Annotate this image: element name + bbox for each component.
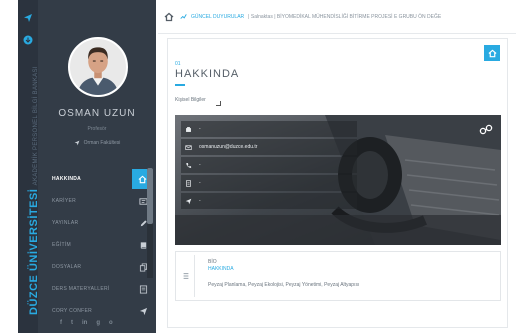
sidebar-item-ders-materyalleri[interactable]: DERS MATERYALLERİ — [38, 278, 156, 300]
sidebar-item-label: DERS MATERYALLERİ — [52, 286, 110, 292]
sidebar-item-egitim[interactable]: EĞİTİM — [38, 234, 156, 256]
info-row-mobile: - — [181, 157, 357, 173]
info-value[interactable]: osmanuzun@duzce.edu.tr — [195, 144, 257, 150]
bio-sublabel: HAKKINDA — [208, 266, 234, 272]
bio-text: Peyzaj Planlama, Peyzaj Ekolojisi, Peyza… — [208, 282, 360, 288]
sidebar-menu: HAKKINDA KARİYER YAYINLAR EĞİTİM DOSYALA… — [38, 168, 156, 322]
info-value: - — [199, 126, 201, 132]
sidebar-item-label: EĞİTİM — [52, 242, 72, 248]
location-icon — [181, 193, 195, 209]
scrollbar-thumb[interactable] — [147, 168, 153, 224]
info-row-fax: - — [181, 175, 357, 191]
breadcrumb-link[interactable]: GÜNCEL DUYURULAR — [191, 14, 244, 20]
info-row-phone: - — [181, 121, 357, 137]
breadcrumb: GÜNCEL DUYURULAR | Salnaktas | BİYOMEDİK… — [180, 13, 441, 20]
twitter-icon[interactable]: t — [71, 320, 73, 326]
breadcrumb-announcement[interactable]: | Salnaktas | BİYOMEDİKAL MÜHENDİSLİĞİ B… — [248, 14, 441, 20]
content-card: 01 HAKKINDA Kişisel Bilgiler - osmanuzun… — [167, 38, 508, 328]
info-value: - — [199, 198, 201, 204]
bio-card: BİO HAKKINDA Peyzaj Planlama, Peyzaj Eko… — [175, 251, 501, 301]
home-icon — [488, 49, 496, 57]
phone-icon — [181, 157, 195, 173]
send-icon — [74, 140, 80, 146]
sidebar-item-label: YAYINLAR — [52, 220, 79, 226]
sidebar-item-label: CORY CONFER — [52, 308, 93, 314]
send-icon[interactable] — [18, 8, 38, 28]
sidebar-item-hakkinda[interactable]: HAKKINDA — [38, 168, 156, 190]
phone-icon — [181, 121, 195, 137]
top-bar: GÜNCEL DUYURULAR | Salnaktas | BİYOMEDİK… — [158, 0, 516, 34]
fax-icon — [181, 175, 195, 191]
corner-mark — [216, 101, 221, 106]
sidebar-item-kariyer[interactable]: KARİYER — [38, 190, 156, 212]
document-icon — [136, 282, 150, 296]
section-number: 01 — [175, 61, 181, 67]
info-value: - — [199, 180, 201, 186]
info-row-location: - — [181, 193, 357, 209]
bio-label: BİO — [208, 259, 217, 265]
sidebar-scrollbar[interactable] — [147, 168, 153, 278]
list-icon — [178, 255, 195, 297]
send-icon — [136, 304, 150, 318]
section-home-button[interactable] — [484, 45, 500, 61]
avatar — [68, 37, 128, 97]
linkedin-icon[interactable]: in — [82, 320, 87, 326]
contact-info-list: - osmanuzun@duzce.edu.tr - - - — [181, 121, 357, 211]
left-rail: DÜZCE ÜNİVERSİTESİ AKADEMİK PERSONEL BİL… — [18, 0, 40, 333]
social-links: f t in g o — [60, 320, 113, 326]
profile-title: Profesör — [87, 126, 107, 132]
chart-icon — [180, 14, 187, 19]
profile-sidebar: OSMAN UZUN Profesör Orman Fakültesi HAKK… — [38, 0, 156, 333]
home-button[interactable] — [158, 0, 180, 34]
sidebar-item-dosyalar[interactable]: DOSYALAR — [38, 256, 156, 278]
home-icon — [164, 12, 174, 21]
university-vertical-title: DÜZCE ÜNİVERSİTESİ AKADEMİK PERSONEL BİL… — [21, 27, 40, 327]
info-value: - — [199, 162, 201, 168]
sidebar-item-label: HAKKINDA — [52, 176, 82, 182]
profile-faculty: Orman Fakültesi — [38, 140, 156, 146]
info-row-email: osmanuzun@duzce.edu.tr — [181, 139, 357, 155]
sidebar-item-label: KARİYER — [52, 198, 77, 204]
sidebar-item-yayinlar[interactable]: YAYINLAR — [38, 212, 156, 234]
section-underline — [175, 84, 185, 86]
sidebar-item-cory-confer[interactable]: CORY CONFER — [38, 300, 156, 322]
profile-name: OSMAN UZUN — [58, 108, 136, 119]
facebook-icon[interactable]: f — [60, 320, 62, 326]
faculty-label: Orman Fakültesi — [83, 140, 121, 146]
orcid-icon[interactable]: o — [109, 320, 113, 326]
section-title: HAKKINDA — [175, 68, 240, 80]
personal-info-label: Kişisel Bilgiler — [175, 97, 206, 103]
google-icon[interactable]: g — [96, 320, 100, 326]
sidebar-item-label: DOSYALAR — [52, 264, 82, 270]
email-icon — [181, 139, 195, 155]
link-icon[interactable] — [479, 123, 493, 135]
header-photo: - osmanuzun@duzce.edu.tr - - - — [175, 115, 501, 245]
